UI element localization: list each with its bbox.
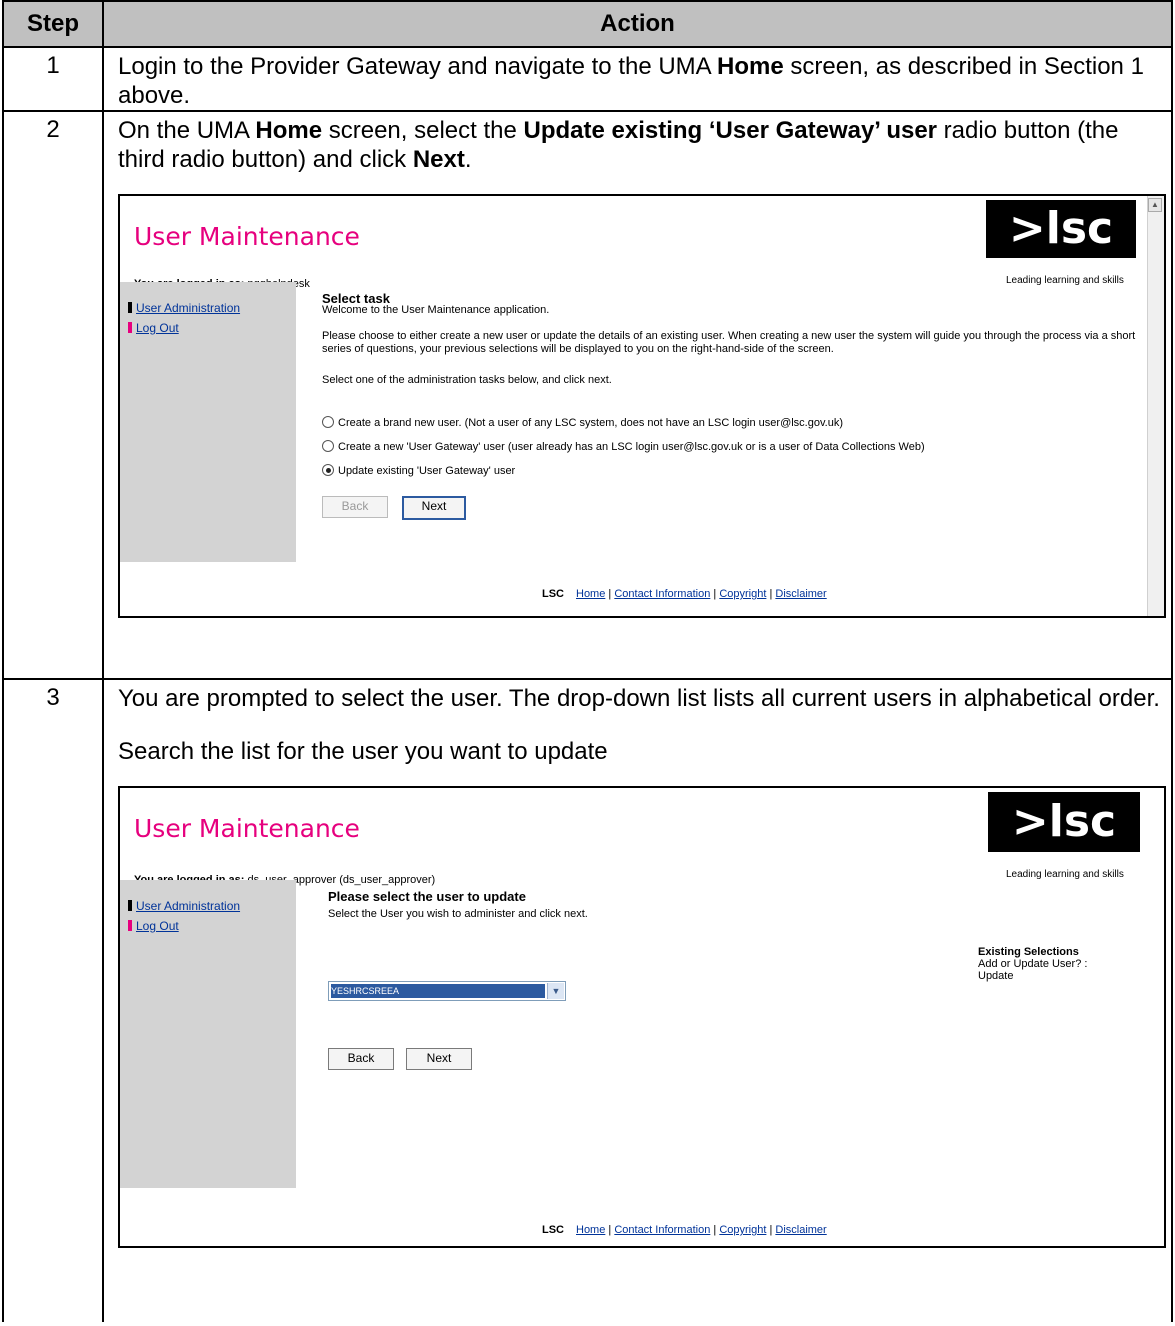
footer-lsc: LSC xyxy=(542,588,564,600)
select-prompt: Select one of the administration tasks b… xyxy=(322,374,612,386)
step-number-3: 3 xyxy=(2,678,104,1322)
footer: LSC Home | Contact Information | Copyrigh… xyxy=(542,580,827,609)
step-3-text-b: Search the list for the user you want to… xyxy=(118,738,608,765)
step-row-3: 3 You are prompted to select the user. T… xyxy=(2,678,1173,1322)
back-button[interactable]: Back xyxy=(322,496,388,518)
sidebar-item-label: User Administration xyxy=(136,899,241,913)
scrollbar[interactable]: ▲ xyxy=(1147,196,1164,616)
footer-link-copyright[interactable]: Copyright xyxy=(719,1224,766,1236)
next-button[interactable]: Next xyxy=(402,496,466,520)
radio-label: Update existing 'User Gateway' user xyxy=(338,465,516,477)
sidebar: User Administration Log Out xyxy=(120,880,296,1188)
step-2-bold-next: Next xyxy=(412,146,465,173)
back-button[interactable]: Back xyxy=(328,1048,394,1070)
sidebar-item-label: User Administration xyxy=(136,301,241,315)
sidebar-item-label: Log Out xyxy=(136,919,179,933)
footer-link-copyright[interactable]: Copyright xyxy=(719,588,766,600)
footer-link-contact[interactable]: Contact Information xyxy=(614,588,710,600)
sidebar-item-log-out[interactable]: Log Out xyxy=(128,912,179,941)
bullet-bar-icon xyxy=(128,302,132,313)
header-step: Step xyxy=(2,0,104,48)
chevron-down-icon[interactable]: ▼ xyxy=(547,983,564,999)
screenshot-select-user: User Maintenance >lsc Leading learning a… xyxy=(118,786,1166,1248)
radio-selected-icon[interactable] xyxy=(322,464,334,476)
footer-link-home[interactable]: Home xyxy=(576,588,605,600)
footer-separator: | xyxy=(710,588,720,600)
radio-update-existing-user[interactable]: Update existing 'User Gateway' user xyxy=(322,457,515,486)
step-1-text: Login to the Provider Gateway and naviga… xyxy=(118,53,718,80)
bullet-bar-icon xyxy=(128,900,132,911)
step-action-1: Login to the Provider Gateway and naviga… xyxy=(102,46,1173,112)
header-action: Action xyxy=(102,0,1173,48)
bullet-bar-icon xyxy=(128,322,132,333)
existing-selections: Existing Selections Add or Update User? … xyxy=(978,946,1087,982)
step-2-bold-home: Home xyxy=(255,117,323,144)
app-title: User Maintenance xyxy=(134,814,360,843)
step-row-1: 1 Login to the Provider Gateway and navi… xyxy=(2,46,1173,112)
instructions-table: Step Action 1 Login to the Provider Gate… xyxy=(2,0,1173,1322)
page-heading: Please select the user to update xyxy=(328,889,526,904)
lsc-logo: >lsc xyxy=(988,792,1140,852)
user-select-dropdown[interactable]: YESHRCSREEA ▼ xyxy=(328,981,566,1001)
step-action-3: You are prompted to select the user. The… xyxy=(102,678,1173,1322)
step-2-text-b: screen, select the xyxy=(322,117,524,144)
footer: LSC Home | Contact Information | Copyrigh… xyxy=(542,1216,827,1245)
existing-selections-answer: Update xyxy=(978,970,1014,982)
step-2-text-a: On the UMA xyxy=(118,117,256,144)
step-1-bold-home: Home xyxy=(717,53,784,80)
welcome-text: Welcome to the User Maintenance applicat… xyxy=(322,304,550,316)
footer-lsc: LSC xyxy=(542,1224,564,1236)
sidebar-item-log-out[interactable]: Log Out xyxy=(128,314,179,343)
step-2-bold-option: Update existing ‘User Gateway’ user xyxy=(523,117,938,144)
instructions-text: Please choose to either create a new use… xyxy=(322,330,1136,355)
footer-separator: | xyxy=(710,1224,720,1236)
existing-selections-question: Add or Update User? : xyxy=(978,958,1088,970)
radio-circle-icon[interactable] xyxy=(322,416,334,428)
step-3-text-a: You are prompted to select the user. The… xyxy=(118,685,1160,712)
sidebar-item-label: Log Out xyxy=(136,321,179,335)
footer-separator: | xyxy=(605,588,615,600)
footer-link-disclaimer[interactable]: Disclaimer xyxy=(775,1224,826,1236)
screenshot-select-task: ▲ User Maintenance >lsc Leading learning… xyxy=(118,194,1166,618)
selected-user-value: YESHRCSREEA xyxy=(331,984,545,998)
step-number-1: 1 xyxy=(2,46,104,112)
next-button[interactable]: Next xyxy=(406,1048,472,1070)
lsc-logo: >lsc xyxy=(986,200,1136,258)
sidebar: User Administration Log Out xyxy=(120,282,296,562)
footer-link-disclaimer[interactable]: Disclaimer xyxy=(775,588,826,600)
instruction-text: Select the User you wish to administer a… xyxy=(328,908,588,920)
step-2-text-d: . xyxy=(464,146,472,173)
existing-selections-title: Existing Selections xyxy=(978,946,1079,958)
step-action-2: On the UMA Home screen, select the Updat… xyxy=(102,110,1173,680)
footer-link-home[interactable]: Home xyxy=(576,1224,605,1236)
radio-circle-icon[interactable] xyxy=(322,440,334,452)
logo-tagline: Leading learning and skills xyxy=(1006,869,1124,880)
app-title: User Maintenance xyxy=(134,222,360,251)
radio-label: Create a new 'User Gateway' user (user a… xyxy=(338,441,925,453)
scroll-up-icon[interactable]: ▲ xyxy=(1148,198,1162,212)
step-number-2: 2 xyxy=(2,110,104,680)
logo-tagline: Leading learning and skills xyxy=(1006,275,1124,286)
bullet-bar-icon xyxy=(128,920,132,931)
radio-label: Create a brand new user. (Not a user of … xyxy=(338,417,843,429)
footer-link-contact[interactable]: Contact Information xyxy=(614,1224,710,1236)
footer-separator: | xyxy=(605,1224,615,1236)
step-row-2: 2 On the UMA Home screen, select the Upd… xyxy=(2,110,1173,680)
